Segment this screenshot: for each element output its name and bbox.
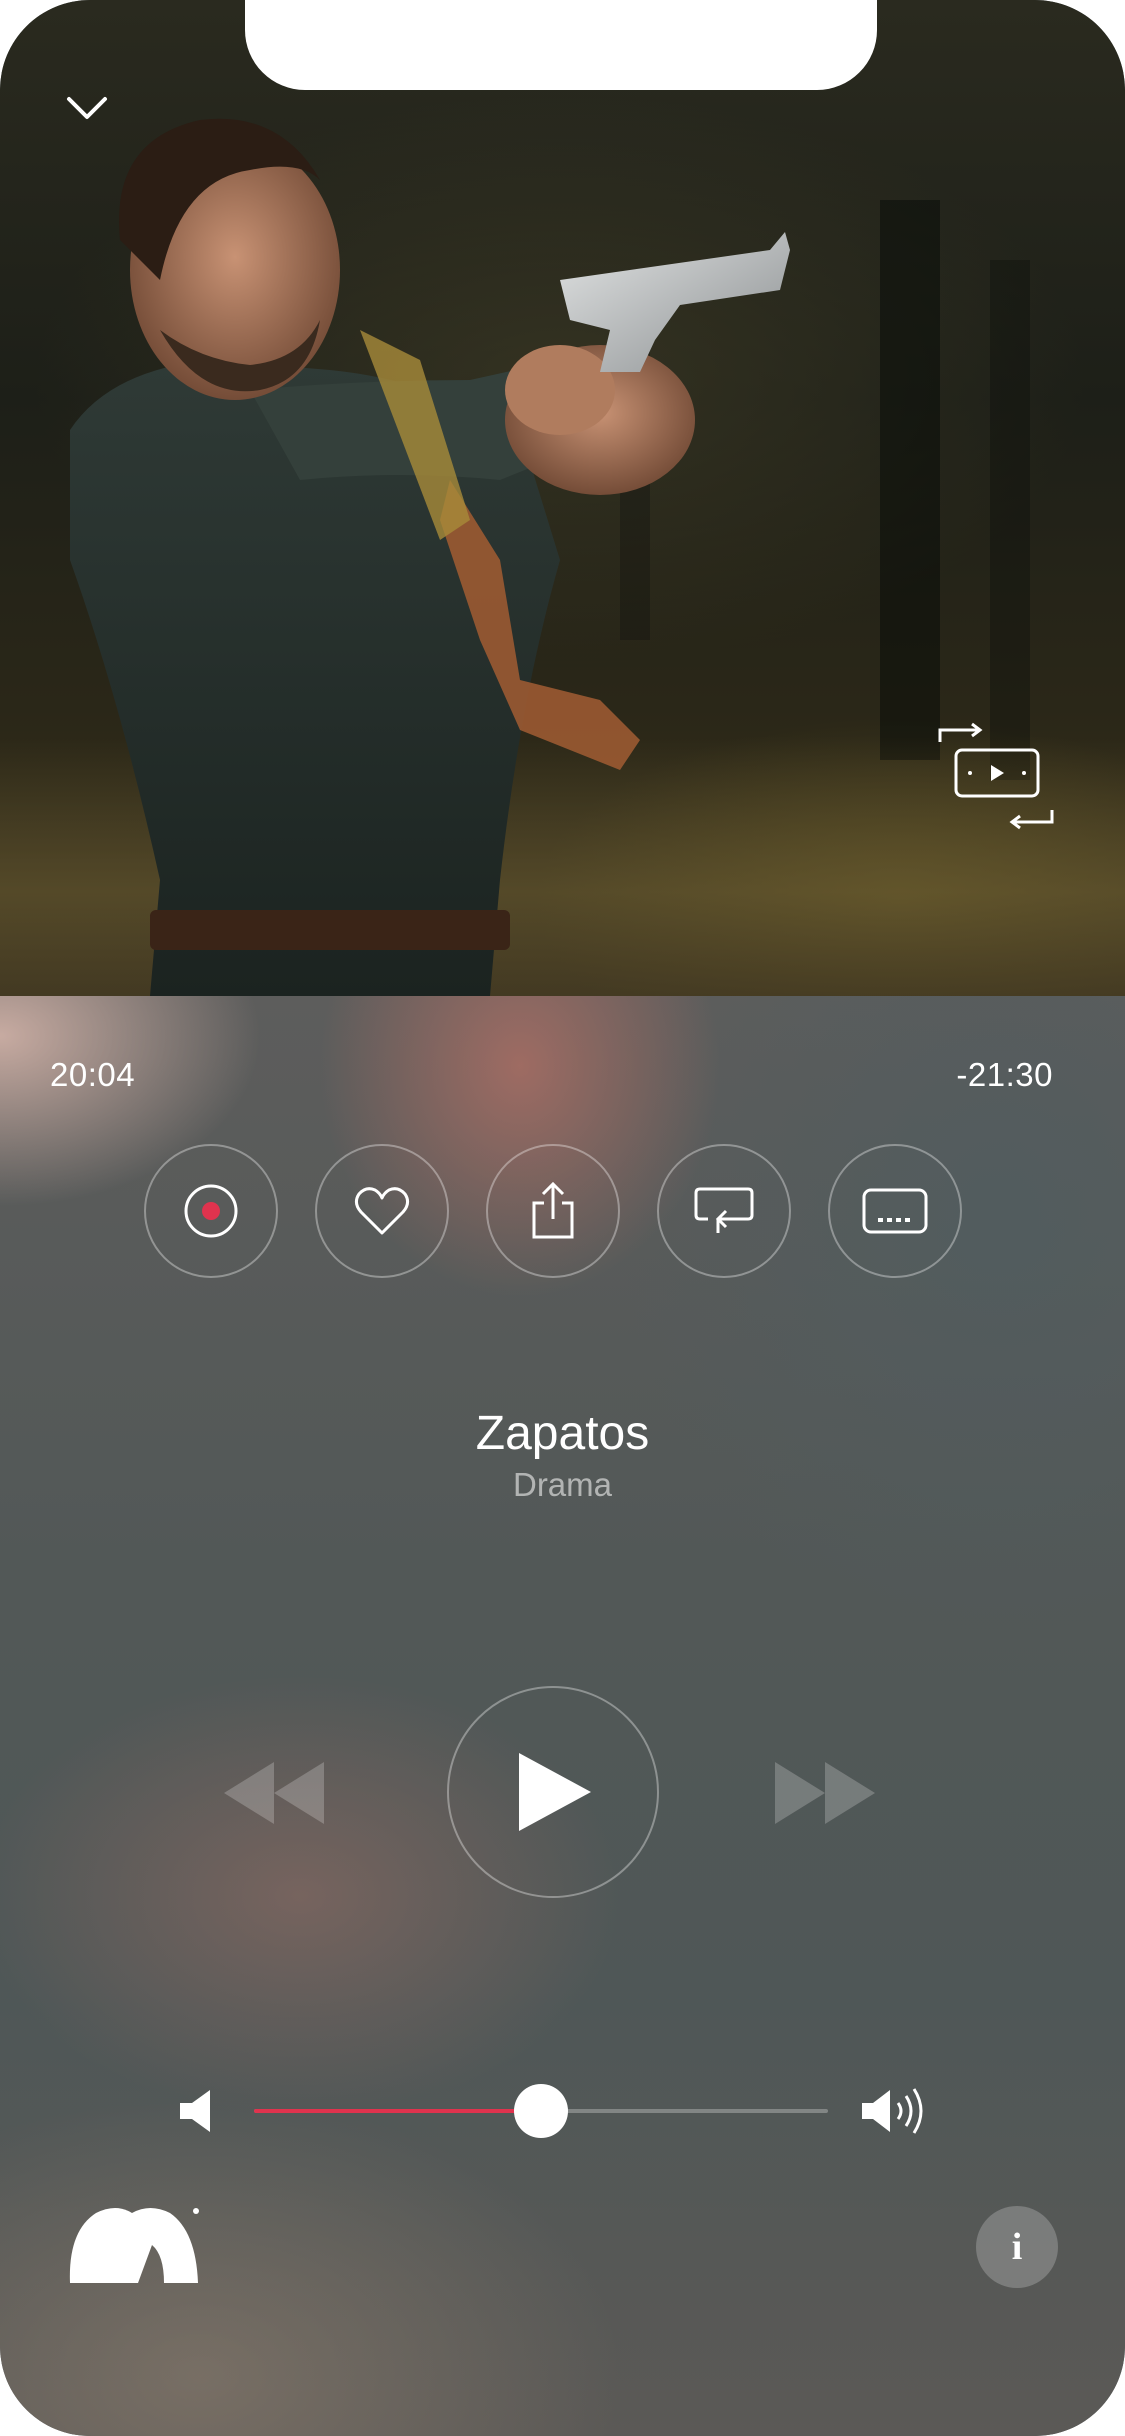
subtitles-button[interactable]	[828, 1144, 962, 1278]
brand-logo	[66, 2201, 206, 2291]
repeat-button[interactable]	[657, 1144, 791, 1278]
share-button[interactable]	[486, 1144, 620, 1278]
elapsed-time: 20:04	[50, 1056, 136, 1093]
chevron-down-icon[interactable]	[60, 88, 114, 128]
info-button[interactable]: i	[976, 2206, 1058, 2288]
share-icon	[532, 1181, 574, 1239]
video-frame[interactable]	[0, 0, 1125, 996]
volume-control	[0, 2076, 1125, 2146]
rewind-icon[interactable]	[222, 1758, 326, 1828]
info-icon: i	[1011, 2226, 1023, 2268]
volume-low-icon[interactable]	[178, 2088, 218, 2134]
action-bar	[144, 1144, 962, 1278]
track-title: Zapatos	[475, 1407, 650, 1460]
play-button[interactable]	[447, 1686, 659, 1898]
heart-icon	[354, 1187, 410, 1235]
favorite-button[interactable]	[315, 1144, 449, 1278]
device-notch	[245, 0, 877, 90]
volume-slider-fill	[254, 2109, 541, 2113]
repeat-icon	[694, 1187, 754, 1233]
transport-controls	[0, 1686, 1125, 1900]
record-icon	[184, 1184, 238, 1238]
subtitles-icon	[862, 1188, 928, 1234]
volume-slider-thumb[interactable]	[514, 2084, 568, 2138]
track-genre: Drama	[512, 1466, 613, 1503]
remaining-time: -21:30	[956, 1056, 1053, 1093]
volume-high-icon[interactable]	[860, 2084, 928, 2138]
play-icon	[519, 1753, 591, 1831]
player-screen: 20:04 -21:30 Zapatos Drama i	[0, 0, 1125, 2436]
picture-in-picture-icon[interactable]	[930, 722, 1060, 832]
fast-forward-icon[interactable]	[773, 1758, 877, 1828]
record-button[interactable]	[144, 1144, 278, 1278]
control-panel: 20:04 -21:30 Zapatos Drama i	[0, 996, 1125, 2436]
